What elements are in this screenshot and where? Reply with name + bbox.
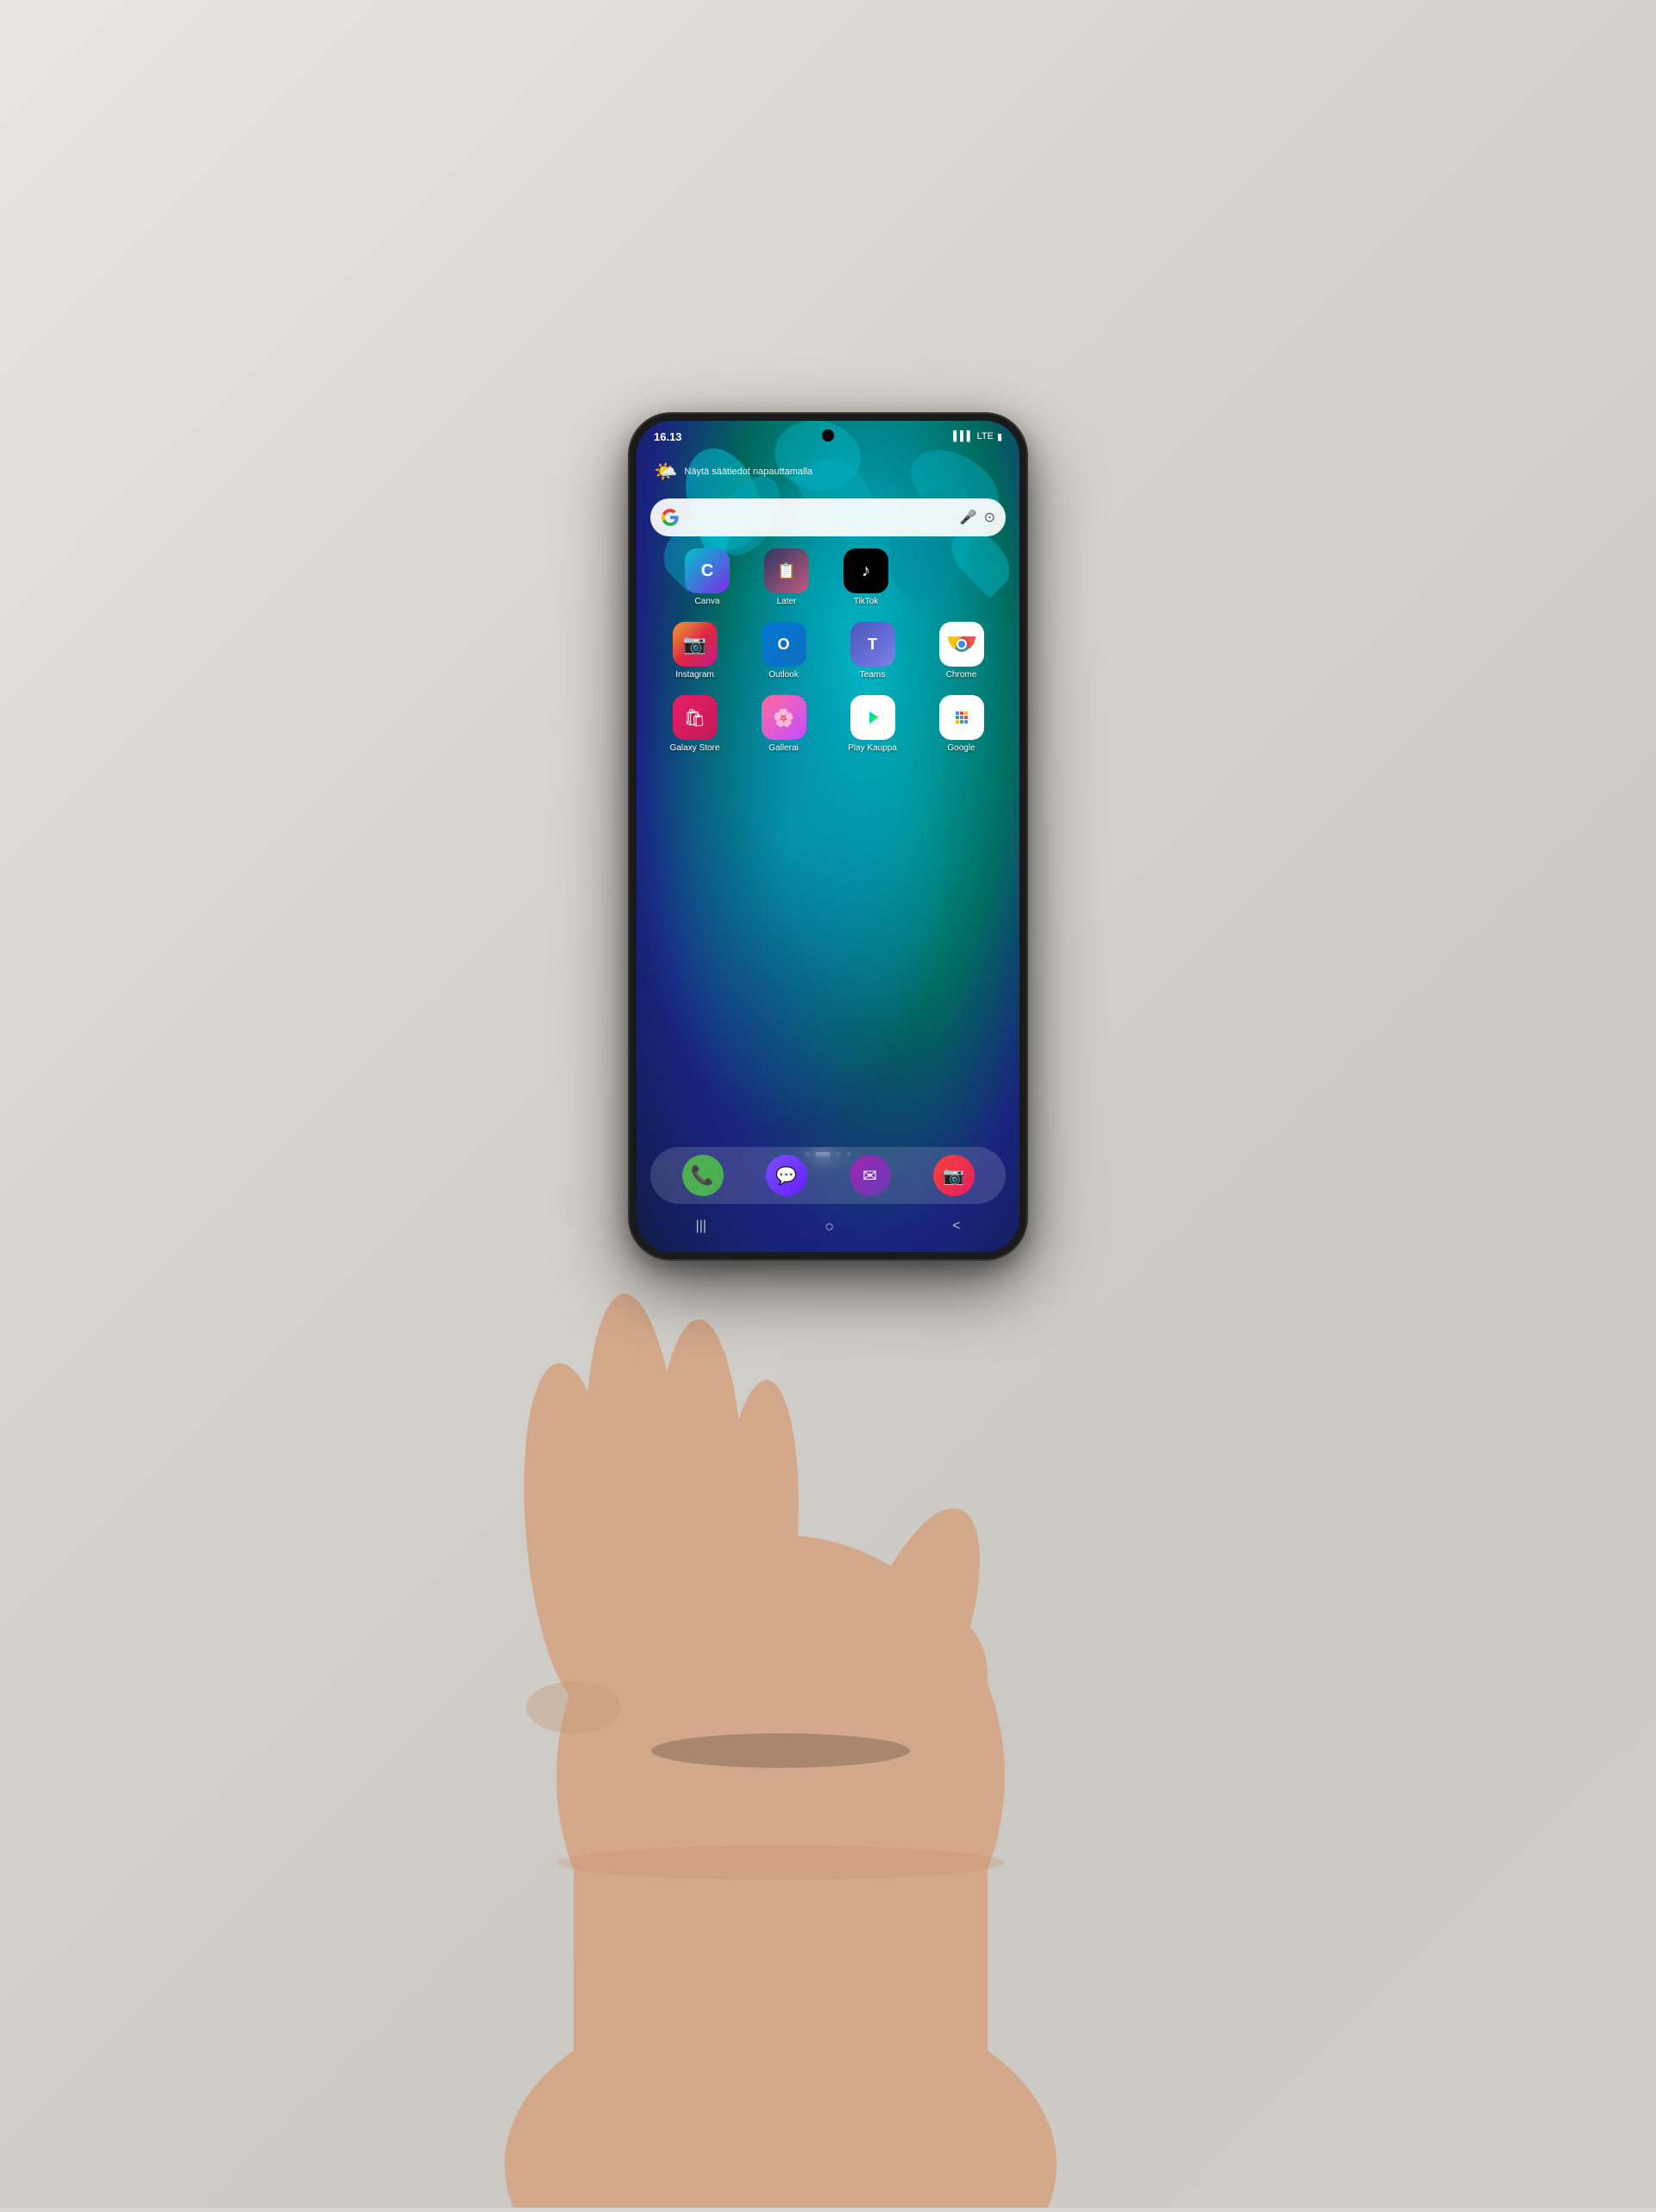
app-item-play-store[interactable]: Play Kauppa xyxy=(842,695,904,753)
instagram-label: Instagram xyxy=(675,670,713,680)
app-item-tiktok[interactable]: ♪ TikTok xyxy=(835,548,897,606)
gallerai-icon: 🌸 xyxy=(762,695,806,740)
weather-icon: 🌤️ xyxy=(654,461,677,483)
app-grid: C Canva 📋 Later ♪ xyxy=(650,548,1006,768)
app-item-canva[interactable]: C Canva xyxy=(676,548,738,606)
app-row-1: C Canva 📋 Later ♪ xyxy=(650,548,1006,606)
data-icon: LTE xyxy=(977,431,994,442)
dock-samsung-messages-icon[interactable]: ✉ xyxy=(850,1155,891,1196)
app-item-later[interactable]: 📋 Later xyxy=(756,548,818,606)
dock-phone-icon[interactable]: 📞 xyxy=(682,1155,724,1196)
play-store-icon xyxy=(850,695,895,740)
nav-back-button[interactable]: < xyxy=(952,1219,960,1234)
tiktok-icon: ♪ xyxy=(844,548,888,593)
wallpaper xyxy=(637,421,1019,1252)
chrome-label: Chrome xyxy=(946,670,977,680)
outlook-icon: O xyxy=(762,622,806,667)
tiktok-label: TikTok xyxy=(854,597,879,606)
google-icon xyxy=(939,695,984,740)
search-bar[interactable]: 🎤 ⊙ xyxy=(650,498,1006,536)
status-time: 16.13 xyxy=(654,430,682,443)
app-item-outlook[interactable]: O Outlook xyxy=(753,622,815,680)
nav-home-button[interactable]: ○ xyxy=(825,1218,834,1236)
app-item-galaxy-store[interactable]: 🛍 Galaxy Store xyxy=(664,695,726,753)
outlook-label: Outlook xyxy=(768,670,798,680)
app-item-teams[interactable]: T Teams xyxy=(842,622,904,680)
search-mic-icon[interactable]: 🎤 xyxy=(960,509,977,526)
later-label: Later xyxy=(777,597,797,606)
gallerai-label: Gallerai xyxy=(768,743,798,753)
later-icon: 📋 xyxy=(764,548,809,593)
signal-icon: ▌▌▌ xyxy=(953,431,973,442)
phone-screen: 16.13 ▌▌▌ LTE ▮ 🌤️ Näytä säätiedot napau… xyxy=(637,421,1019,1252)
app-item-instagram[interactable]: 📷 Instagram xyxy=(664,622,726,680)
nav-recent-button[interactable]: ||| xyxy=(696,1219,706,1234)
teams-label: Teams xyxy=(860,670,885,680)
play-store-label: Play Kauppa xyxy=(848,743,897,753)
app-row-3: 🛍 Galaxy Store 🌸 Gallerai xyxy=(650,695,1006,753)
google-logo xyxy=(661,508,680,527)
dock-camera-icon[interactable]: 📷 xyxy=(933,1155,975,1196)
canva-icon: C xyxy=(685,548,730,593)
app-item-chrome[interactable]: Chrome xyxy=(931,622,993,680)
nav-bar: ||| ○ < xyxy=(637,1211,1019,1242)
phone-shell: 16.13 ▌▌▌ LTE ▮ 🌤️ Näytä säätiedot napau… xyxy=(630,414,1026,1259)
galaxy-store-icon: 🛍 xyxy=(673,695,718,740)
battery-icon: ▮ xyxy=(997,431,1002,442)
status-icons: ▌▌▌ LTE ▮ xyxy=(953,431,1002,442)
teams-icon: T xyxy=(850,622,895,667)
search-lens-icon[interactable]: ⊙ xyxy=(984,509,995,526)
dock: 📞 💬 ✉ 📷 xyxy=(650,1147,1006,1204)
chrome-icon xyxy=(939,622,984,667)
dock-messages-icon[interactable]: 💬 xyxy=(766,1155,807,1196)
camera-hole xyxy=(822,429,834,442)
google-label: Google xyxy=(947,743,975,753)
phone: 16.13 ▌▌▌ LTE ▮ 🌤️ Näytä säätiedot napau… xyxy=(630,414,1026,1259)
app-item-gallerai[interactable]: 🌸 Gallerai xyxy=(753,695,815,753)
weather-widget[interactable]: 🌤️ Näytä säätiedot napauttamalla xyxy=(654,461,1002,483)
app-row-2: 📷 Instagram O Outlook T xyxy=(650,622,1006,680)
canva-label: Canva xyxy=(695,597,720,606)
galaxy-store-label: Galaxy Store xyxy=(670,743,720,753)
instagram-icon: 📷 xyxy=(673,622,718,667)
app-item-google[interactable]: Google xyxy=(931,695,993,753)
weather-text: Näytä säätiedot napauttamalla xyxy=(684,467,812,477)
